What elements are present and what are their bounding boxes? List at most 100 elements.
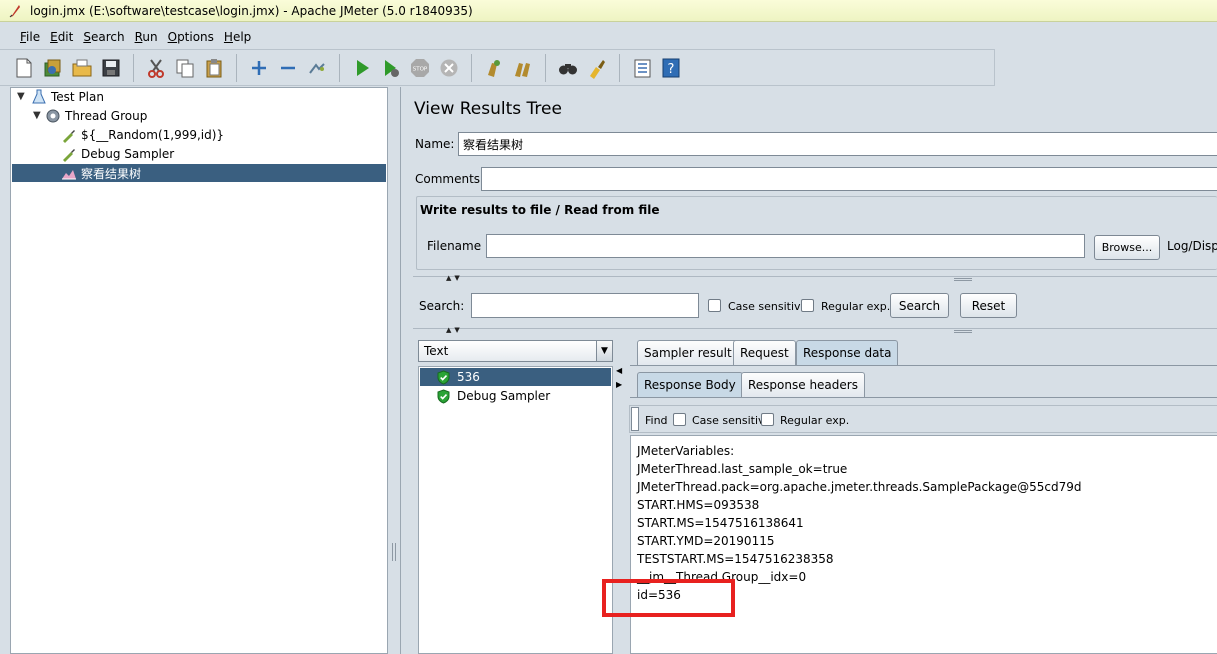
tree-item-label: Test Plan bbox=[51, 90, 104, 104]
splitter-grip bbox=[392, 543, 396, 561]
search-button[interactable]: Search bbox=[890, 293, 949, 318]
response-line: START.HMS=093538 bbox=[637, 498, 760, 512]
subtab-underline bbox=[630, 397, 1217, 398]
result-label: Debug Sampler bbox=[457, 389, 551, 403]
tab-response-headers[interactable]: Response headers bbox=[741, 372, 865, 397]
tab-response-body[interactable]: Response Body bbox=[637, 372, 743, 397]
shutdown-icon[interactable] bbox=[437, 56, 461, 80]
clear-all-icon[interactable] bbox=[511, 56, 535, 80]
find-case-sensitive-label: Case sensitive bbox=[692, 414, 772, 427]
response-line: JMeterThread.pack=org.apache.jmeter.thre… bbox=[637, 480, 1082, 494]
toolbar-separator bbox=[133, 53, 134, 82]
section-divider bbox=[413, 328, 1217, 333]
toolbar: STOP ? bbox=[0, 49, 995, 86]
start-icon[interactable] bbox=[350, 56, 374, 80]
reset-search-icon[interactable] bbox=[585, 56, 609, 80]
regex-checkbox[interactable] bbox=[801, 299, 814, 312]
search-input[interactable] bbox=[471, 293, 699, 318]
test-plan-tree[interactable]: ▼ Test Plan ▼ Thread Group ${__Random(1,… bbox=[10, 87, 388, 654]
svg-text:STOP: STOP bbox=[413, 66, 428, 72]
splitter-left-arrow-icon[interactable]: ◀ bbox=[616, 366, 622, 375]
comments-input[interactable] bbox=[481, 167, 1217, 191]
tree-item-random-function[interactable]: ${__Random(1,999,id)} bbox=[61, 126, 224, 144]
toolbar-separator bbox=[545, 53, 546, 82]
divider-arrows-icon[interactable]: ▲▼ bbox=[446, 326, 463, 334]
name-label: Name: bbox=[415, 137, 455, 151]
copy-icon[interactable] bbox=[173, 56, 197, 80]
pipette-icon bbox=[61, 127, 77, 143]
renderer-selected: Text bbox=[424, 344, 449, 358]
menu-options[interactable]: Options bbox=[166, 30, 216, 44]
collapse-icon[interactable] bbox=[276, 56, 300, 80]
toolbar-separator bbox=[236, 53, 237, 82]
toolbar-separator bbox=[471, 53, 472, 82]
comments-label: Comments: bbox=[415, 172, 485, 186]
find-regex-checkbox[interactable] bbox=[761, 413, 774, 426]
filename-input[interactable] bbox=[486, 234, 1085, 258]
case-sensitive-label: Case sensitive bbox=[728, 300, 808, 313]
pipette-icon bbox=[61, 146, 77, 162]
log-display-label: Log/Disp bbox=[1167, 239, 1217, 253]
tree-item-debug-sampler[interactable]: Debug Sampler bbox=[61, 145, 174, 163]
search-icon[interactable] bbox=[556, 56, 580, 80]
help-icon[interactable]: ? bbox=[659, 56, 683, 80]
renderer-select[interactable]: Text ▼ bbox=[418, 340, 613, 362]
stop-icon[interactable]: STOP bbox=[408, 56, 432, 80]
toolbar-separator bbox=[619, 53, 620, 82]
menu-run[interactable]: Run bbox=[133, 30, 160, 44]
paste-icon[interactable] bbox=[202, 56, 226, 80]
tree-item-label: Thread Group bbox=[65, 109, 148, 123]
highlight-annotation bbox=[602, 579, 735, 617]
toggle-icon[interactable] bbox=[305, 56, 329, 80]
toolbar-separator bbox=[339, 53, 340, 82]
result-item[interactable]: Debug Sampler bbox=[420, 387, 611, 405]
menu-file[interactable]: File bbox=[18, 30, 42, 44]
divider-arrows-icon[interactable]: ▲▼ bbox=[446, 274, 463, 282]
expand-icon[interactable] bbox=[247, 56, 271, 80]
menu-help[interactable]: Help bbox=[222, 30, 253, 44]
new-icon[interactable] bbox=[12, 56, 36, 80]
tab-request[interactable]: Request bbox=[733, 340, 796, 365]
function-helper-icon[interactable] bbox=[630, 56, 654, 80]
response-line: JMeterVariables: bbox=[637, 444, 735, 458]
dropdown-arrow-icon[interactable]: ▼ bbox=[596, 341, 612, 361]
success-shield-icon bbox=[437, 369, 450, 385]
response-body-text[interactable]: JMeterVariables: JMeterThread.last_sampl… bbox=[630, 435, 1217, 654]
splitter-right-arrow-icon[interactable]: ▶ bbox=[616, 380, 622, 389]
clear-icon[interactable] bbox=[482, 56, 506, 80]
divider-knob[interactable] bbox=[954, 330, 972, 333]
collapse-arrow-icon[interactable]: ▼ bbox=[33, 110, 41, 121]
menu-search[interactable]: Search bbox=[81, 30, 126, 44]
result-item[interactable]: 536 bbox=[420, 368, 611, 386]
success-shield-icon bbox=[437, 388, 450, 404]
find-input[interactable] bbox=[631, 407, 639, 431]
save-icon[interactable] bbox=[99, 56, 123, 80]
sample-results-list[interactable]: 536 Debug Sampler bbox=[418, 366, 613, 654]
tree-item-test-plan[interactable]: Test Plan bbox=[31, 88, 104, 106]
find-bar: Find Case sensitive Regular exp. bbox=[629, 405, 1217, 433]
menu-edit[interactable]: Edit bbox=[48, 30, 75, 44]
tab-sampler-result[interactable]: Sampler result bbox=[637, 340, 739, 365]
open-icon[interactable] bbox=[70, 56, 94, 80]
search-label: Search: bbox=[419, 299, 465, 313]
cut-icon[interactable] bbox=[144, 56, 168, 80]
find-case-sensitive-checkbox[interactable] bbox=[673, 413, 686, 426]
main-splitter[interactable] bbox=[388, 87, 400, 654]
name-input[interactable]: 察看结果树 bbox=[458, 132, 1217, 156]
filename-label: Filename bbox=[427, 239, 482, 253]
collapse-arrow-icon[interactable]: ▼ bbox=[17, 91, 25, 102]
browse-button[interactable]: Browse... bbox=[1094, 235, 1160, 260]
find-label: Find bbox=[645, 414, 668, 427]
tab-underline bbox=[630, 365, 1217, 366]
tab-response-data[interactable]: Response data bbox=[796, 340, 899, 365]
reset-button[interactable]: Reset bbox=[960, 293, 1017, 318]
templates-icon[interactable] bbox=[41, 56, 65, 80]
gear-icon bbox=[45, 108, 61, 124]
response-line: JMeterThread.last_sample_ok=true bbox=[637, 462, 848, 476]
divider-knob[interactable] bbox=[954, 278, 972, 281]
case-sensitive-checkbox[interactable] bbox=[708, 299, 721, 312]
tree-item-view-results-tree[interactable]: 察看结果树 bbox=[12, 164, 386, 182]
start-no-pauses-icon[interactable] bbox=[379, 56, 403, 80]
tree-item-thread-group[interactable]: Thread Group bbox=[45, 107, 147, 125]
response-line: START.YMD=20190115 bbox=[637, 534, 775, 548]
